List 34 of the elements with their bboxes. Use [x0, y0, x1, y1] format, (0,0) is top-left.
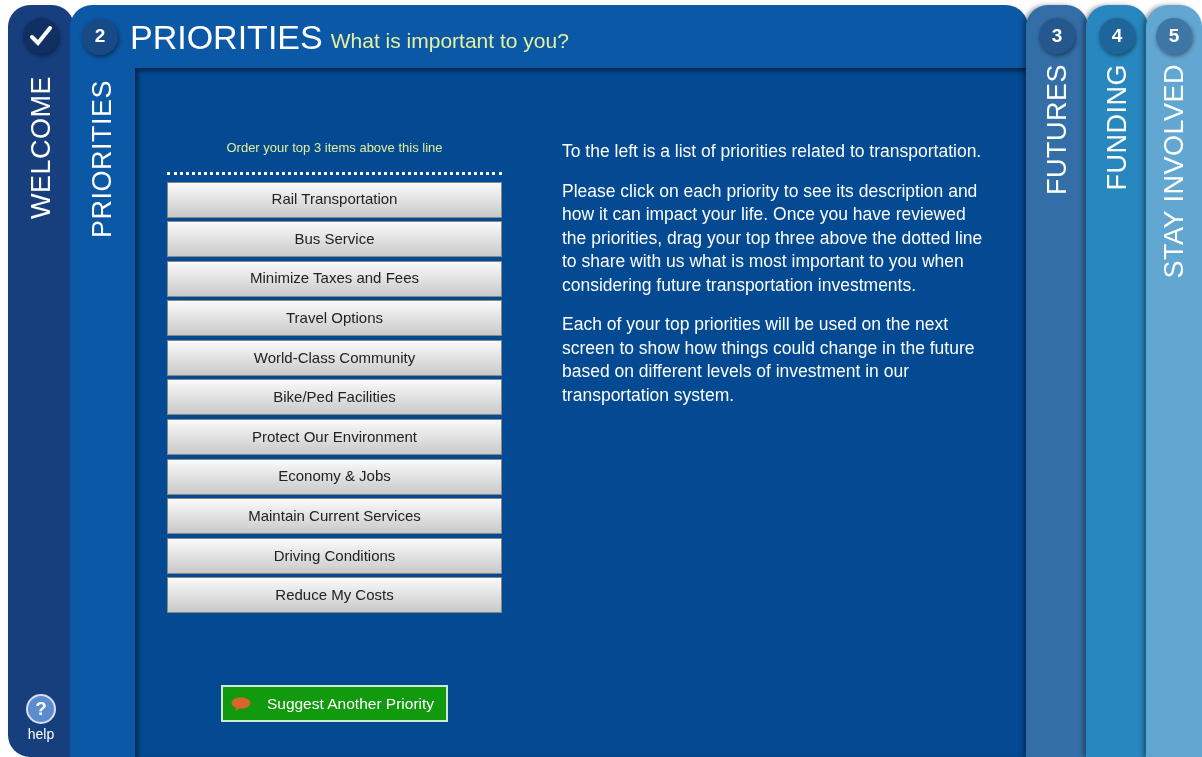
priority-item[interactable]: World-Class Community [167, 339, 502, 376]
hint-text: Order your top 3 items above this line [225, 139, 444, 157]
priority-item[interactable]: Minimize Taxes and Fees [167, 260, 502, 297]
priority-item[interactable]: Protect Our Environment [167, 419, 502, 456]
step-tab[interactable]: 5 STAY INVOLVED [1146, 5, 1202, 757]
priority-item[interactable]: Economy & Jobs [167, 458, 502, 495]
page-subtitle: What is important to you? [330, 27, 569, 54]
help-link[interactable]: help [27, 724, 55, 745]
priority-item[interactable]: Bus Service [167, 221, 502, 258]
step-label: PRIORITIES [89, 80, 116, 239]
page-title: PRIORITIES [130, 19, 323, 54]
step-tab[interactable]: 4 FUNDING [1086, 5, 1148, 757]
priority-item[interactable]: Travel Options [167, 300, 502, 337]
step-label: STAY INVOLVED [1160, 64, 1188, 279]
speech-bubble-icon [230, 696, 251, 711]
step-tab[interactable]: WELCOME ? help [8, 5, 74, 757]
priority-item[interactable]: Maintain Current Services [167, 498, 502, 535]
step-number: 2 [82, 18, 118, 55]
instruction-paragraph: Please click on each priority to see its description and how it can impact your life. Once you have reviewed the priorities, drag your top three above the dotted line to share with us what is most important to you when considering future transportation investments. [562, 179, 984, 297]
instruction-paragraph: Each of your top priorities will be used on the next screen to show how things could change in the future based on different levels of investment in our transportation system. [562, 313, 976, 407]
priority-item[interactable]: Driving Conditions [167, 537, 502, 574]
step-number: 5 [1156, 18, 1192, 54]
step-tab[interactable]: 3 FUTURES [1026, 5, 1088, 757]
suggest-button[interactable]: Suggest Another Priority [220, 685, 449, 723]
priority-item[interactable]: Rail Transportation [167, 181, 502, 218]
step-number: 4 [1099, 18, 1135, 54]
priority-item[interactable]: Bike/Ped Facilities [167, 379, 502, 416]
step-number: 3 [1039, 18, 1075, 54]
check-icon [30, 26, 52, 46]
step-label: FUTURES [1043, 64, 1071, 195]
instruction-paragraph: To the left is a list of priorities related to transportation. [562, 140, 983, 163]
step-label: FUNDING [1103, 64, 1131, 191]
priority-item[interactable]: Reduce My Costs [167, 577, 502, 614]
step-label: WELCOME [27, 76, 55, 219]
